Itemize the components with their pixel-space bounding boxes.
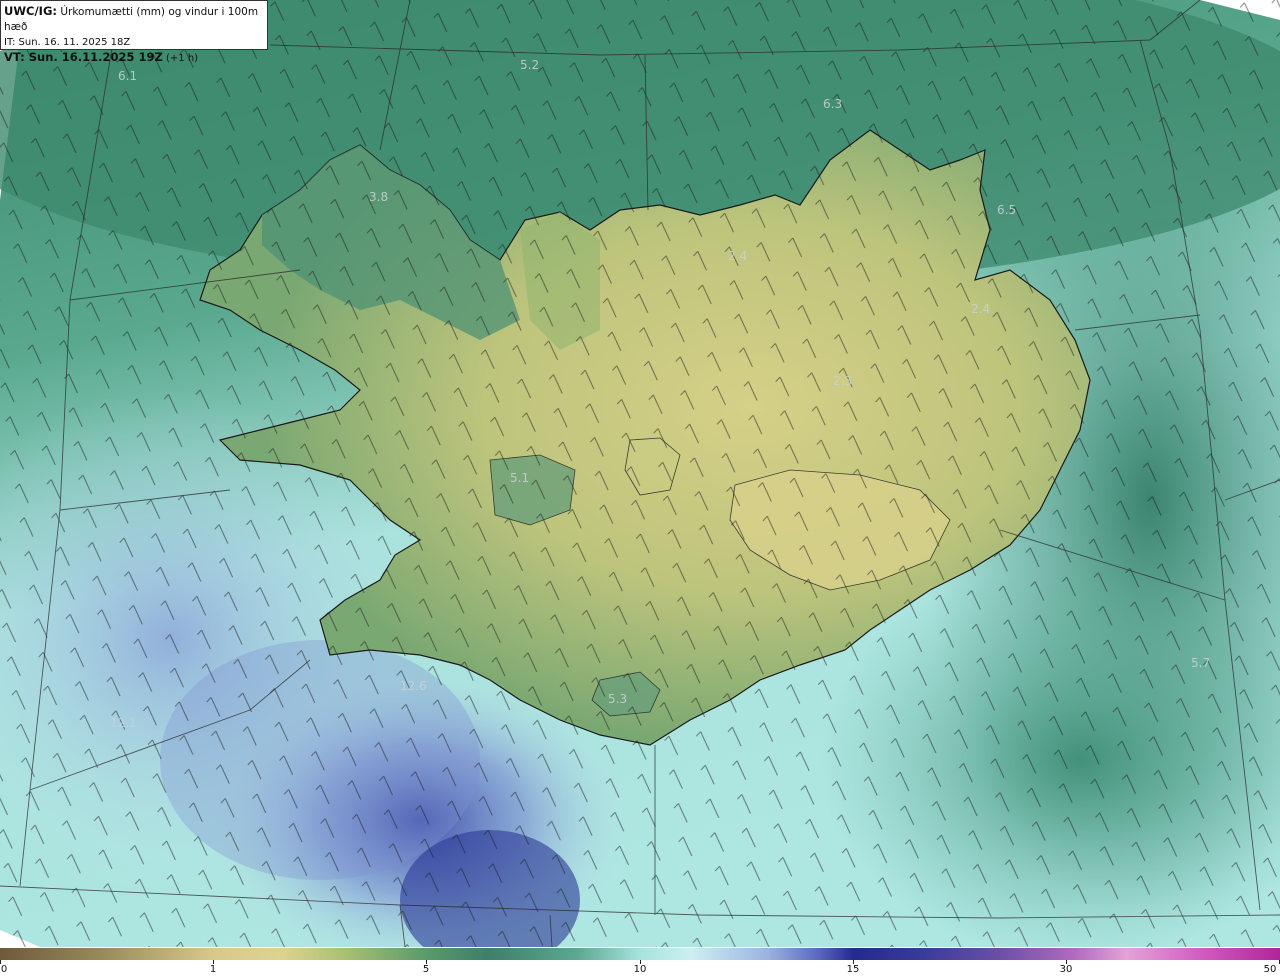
colorbar: 0 1 5 10 15 30 50: [0, 947, 1280, 978]
value-label: 5.7: [1191, 656, 1210, 670]
value-label: 2.4: [971, 302, 990, 316]
value-label: 6.5: [997, 203, 1016, 217]
value-label: 12.6: [400, 679, 427, 693]
value-label: 5.1: [510, 471, 529, 485]
value-label: 5.3: [608, 692, 627, 706]
value-label: 6.1: [118, 69, 137, 83]
lead-time: (+1 h): [162, 53, 199, 64]
colorbar-label: 30: [1059, 964, 1073, 975]
colorbar-label: 5: [422, 964, 430, 975]
product-code: UWC/IG:: [4, 4, 57, 18]
colorbar-label: 15: [846, 964, 860, 975]
colorbar-label: 1: [209, 964, 217, 975]
value-label: 3.8: [369, 190, 388, 204]
value-label: 12.1: [110, 716, 137, 730]
value-label: 5.2: [520, 58, 539, 72]
weather-map: 6.1 5.2 6.3 6.5 3.8 2.4 2.4 2.3 5.1 5.3 …: [0, 0, 1280, 978]
wind-barbs: [0, 0, 1280, 947]
value-label: 6.3: [823, 97, 842, 111]
colorbar-label: 0: [0, 964, 8, 975]
map-header: UWC/IG: Úrkomumætti (mm) og vindur i 100…: [0, 0, 268, 64]
colorbar-gradient: [0, 948, 1280, 960]
valid-time: VT: Sun. 16.11.2025 19Z: [4, 50, 163, 64]
value-label: 2.3: [833, 374, 852, 388]
value-label: 2.4: [728, 249, 747, 263]
colorbar-label: 10: [633, 964, 647, 975]
colorbar-label: 50: [1263, 964, 1277, 975]
initial-time: IT: Sun. 16. 11. 2025 18Z: [4, 37, 131, 48]
